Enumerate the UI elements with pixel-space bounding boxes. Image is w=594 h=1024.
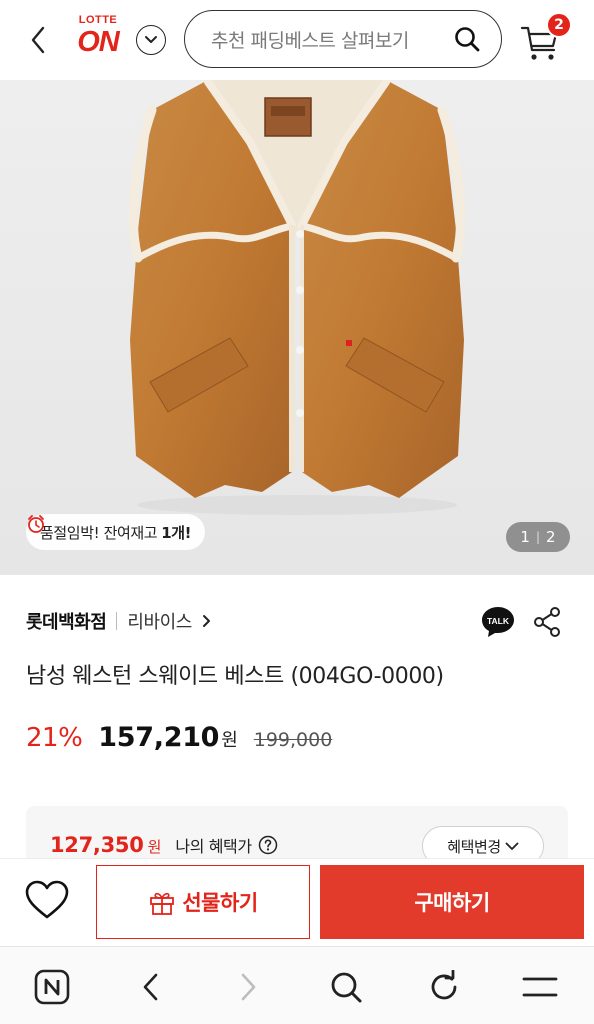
image-pager: 1 | 2	[506, 522, 570, 552]
heart-icon	[25, 880, 69, 919]
back-button[interactable]	[22, 22, 54, 58]
refresh-icon	[431, 970, 457, 1000]
benefit-change-label: 혜택변경	[447, 837, 501, 856]
logo-main-text: ON	[77, 26, 120, 58]
purchase-action-bar: 선물하기 구매하기	[0, 858, 594, 946]
sale-price-currency: 원	[221, 730, 238, 751]
talk-icon: TALK	[482, 607, 514, 637]
stock-notice-text: 품절임박! 잔여재고	[40, 523, 158, 542]
chevron-left-icon	[31, 26, 45, 54]
cart-button[interactable]: 2	[520, 12, 576, 64]
stock-notice-count: 1개!	[161, 523, 192, 542]
discount-rate: 21%	[26, 723, 83, 753]
product-title: 남성 웨스턴 스웨이드 베스트 (004GO-0000)	[26, 664, 444, 689]
search-icon	[331, 972, 362, 1003]
alarm-clock-icon	[28, 515, 44, 533]
pager-total: 2	[546, 528, 556, 546]
vest-product-image	[128, 80, 466, 515]
service-menu-toggle[interactable]	[136, 25, 166, 55]
buy-button-label: 구매하기	[414, 891, 490, 915]
help-icon[interactable]	[258, 835, 278, 855]
sale-price: 157,210	[98, 722, 220, 753]
browser-search-button[interactable]	[326, 967, 366, 1007]
search-input[interactable]: 추천 패딩베스트 살펴보기	[184, 10, 502, 68]
pager-current: 1	[520, 528, 530, 546]
benefit-label: 나의 혜택가	[175, 837, 252, 856]
stock-notice: 품절임박! 잔여재고 1개!	[26, 514, 206, 550]
browser-back-button[interactable]	[130, 967, 170, 1007]
browser-menu-button[interactable]	[520, 967, 560, 1007]
lotte-on-logo[interactable]: LOTTE ON	[66, 14, 130, 64]
browser-forward-button[interactable]	[229, 967, 269, 1007]
naver-n-icon	[34, 969, 70, 1005]
gift-button-label: 선물하기	[182, 891, 258, 915]
benefit-box: 127,350 원 나의 혜택가 혜택변경	[26, 806, 568, 866]
hamburger-menu-icon	[522, 977, 558, 997]
search-icon[interactable]	[453, 25, 481, 53]
original-price: 199,000	[253, 729, 333, 751]
brand-name: 리바이스	[127, 612, 192, 633]
cart-count-badge: 2	[546, 12, 572, 38]
browser-reload-button[interactable]	[424, 967, 464, 1007]
share-icon	[534, 607, 560, 637]
chevron-down-icon	[145, 36, 157, 43]
pager-separator: |	[535, 530, 541, 544]
browser-bottom-nav	[0, 946, 594, 1024]
wishlist-button[interactable]	[24, 879, 70, 923]
price-row: 21% 157,210 원 199,000	[26, 722, 332, 753]
gift-button[interactable]: 선물하기	[96, 865, 310, 939]
chevron-right-icon	[202, 615, 210, 627]
brand-row: 롯데백화점 리바이스	[26, 608, 211, 634]
chevron-right-icon	[241, 973, 256, 1001]
product-image-gallery[interactable]: 품절임박! 잔여재고 1개! 1 | 2	[0, 80, 594, 575]
benefit-price-currency: 원	[147, 838, 162, 856]
browser-home-button[interactable]	[32, 967, 72, 1007]
buy-button[interactable]: 구매하기	[320, 865, 584, 939]
talk-button[interactable]: TALK	[480, 604, 516, 640]
brand-link[interactable]: 리바이스	[127, 608, 211, 634]
chevron-left-icon	[143, 973, 158, 1001]
share-button[interactable]	[532, 606, 562, 638]
top-header: LOTTE ON 추천 패딩베스트 살펴보기 2	[0, 0, 594, 80]
gift-icon	[150, 892, 175, 915]
benefit-price-row: 127,350 원 나의 혜택가	[50, 832, 278, 857]
svg-text:TALK: TALK	[487, 616, 510, 626]
search-placeholder: 추천 패딩베스트 살펴보기	[211, 29, 409, 52]
brand-divider	[116, 612, 118, 630]
benefit-price: 127,350	[50, 833, 144, 857]
store-name[interactable]: 롯데백화점	[26, 608, 107, 634]
chevron-down-icon	[505, 842, 519, 850]
